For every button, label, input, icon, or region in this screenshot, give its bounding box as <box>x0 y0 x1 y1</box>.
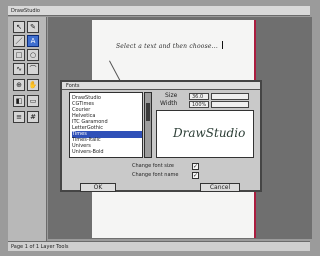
change-size-checkbox[interactable]: ✓ <box>192 163 199 170</box>
dialog-title: Fonts <box>62 82 260 90</box>
font-list-item[interactable]: Univers-Bold <box>72 149 104 156</box>
font-preview: DrawStudio <box>156 110 254 158</box>
select-tool-icon[interactable]: ↖ <box>13 21 25 33</box>
layer-tool-icon[interactable]: ≡ <box>13 111 25 123</box>
text-tool-icon[interactable]: A <box>27 35 39 47</box>
font-list-scrollbar[interactable] <box>144 92 152 158</box>
size-label: Size <box>165 92 178 99</box>
ok-button[interactable]: OK <box>80 183 116 192</box>
size-field[interactable]: 36.0 <box>189 93 209 100</box>
document-sample-text: Select a text and then choose... <box>116 43 218 50</box>
polygon-tool-icon[interactable]: ⌒ <box>27 63 39 75</box>
hand-tool-icon[interactable]: ✋ <box>27 79 39 91</box>
zoom-tool-icon[interactable]: ⊕ <box>13 79 25 91</box>
stroke-tool-icon[interactable]: ▭ <box>27 95 39 107</box>
grid-tool-icon[interactable]: # <box>27 111 39 123</box>
fill-tool-icon[interactable]: ◧ <box>13 95 25 107</box>
text-cursor <box>222 41 223 49</box>
font-dialog: Fonts DrawStudio CGTimes Courier Helveti… <box>60 80 262 192</box>
app-title: DrawStudio <box>11 8 40 14</box>
pointer-tool-icon[interactable]: ✎ <box>27 21 39 33</box>
rectangle-tool-icon[interactable]: □ <box>13 49 25 61</box>
width-label: Width <box>160 100 178 107</box>
font-list[interactable]: DrawStudio CGTimes Courier Helvetica ITC… <box>69 92 143 158</box>
width-field[interactable]: 100% <box>189 101 209 108</box>
status-bar: Page 1 of 1 Layer Tools <box>8 241 310 251</box>
option-change-name-label: Change font name <box>132 172 179 178</box>
size-dropdown[interactable] <box>211 93 249 100</box>
ellipse-tool-icon[interactable]: ○ <box>27 49 39 61</box>
width-dropdown[interactable] <box>211 101 249 108</box>
change-name-checkbox[interactable]: ✓ <box>192 172 199 179</box>
menu-bar: DrawStudio <box>8 6 310 16</box>
line-tool-icon[interactable]: ／ <box>13 35 25 47</box>
tool-palette: ↖ ✎ ／ A □ ○ ∿ ⌒ ⊕ ✋ ◧ ▭ ≡ # <box>8 17 47 242</box>
scrollbar-thumb[interactable] <box>146 103 150 121</box>
status-text: Page 1 of 1 Layer Tools <box>11 244 69 250</box>
freehand-tool-icon[interactable]: ∿ <box>13 63 25 75</box>
preview-text: DrawStudio <box>173 126 246 140</box>
option-change-size-label: Change font size <box>132 163 174 169</box>
cancel-button[interactable]: Cancel <box>200 183 240 192</box>
